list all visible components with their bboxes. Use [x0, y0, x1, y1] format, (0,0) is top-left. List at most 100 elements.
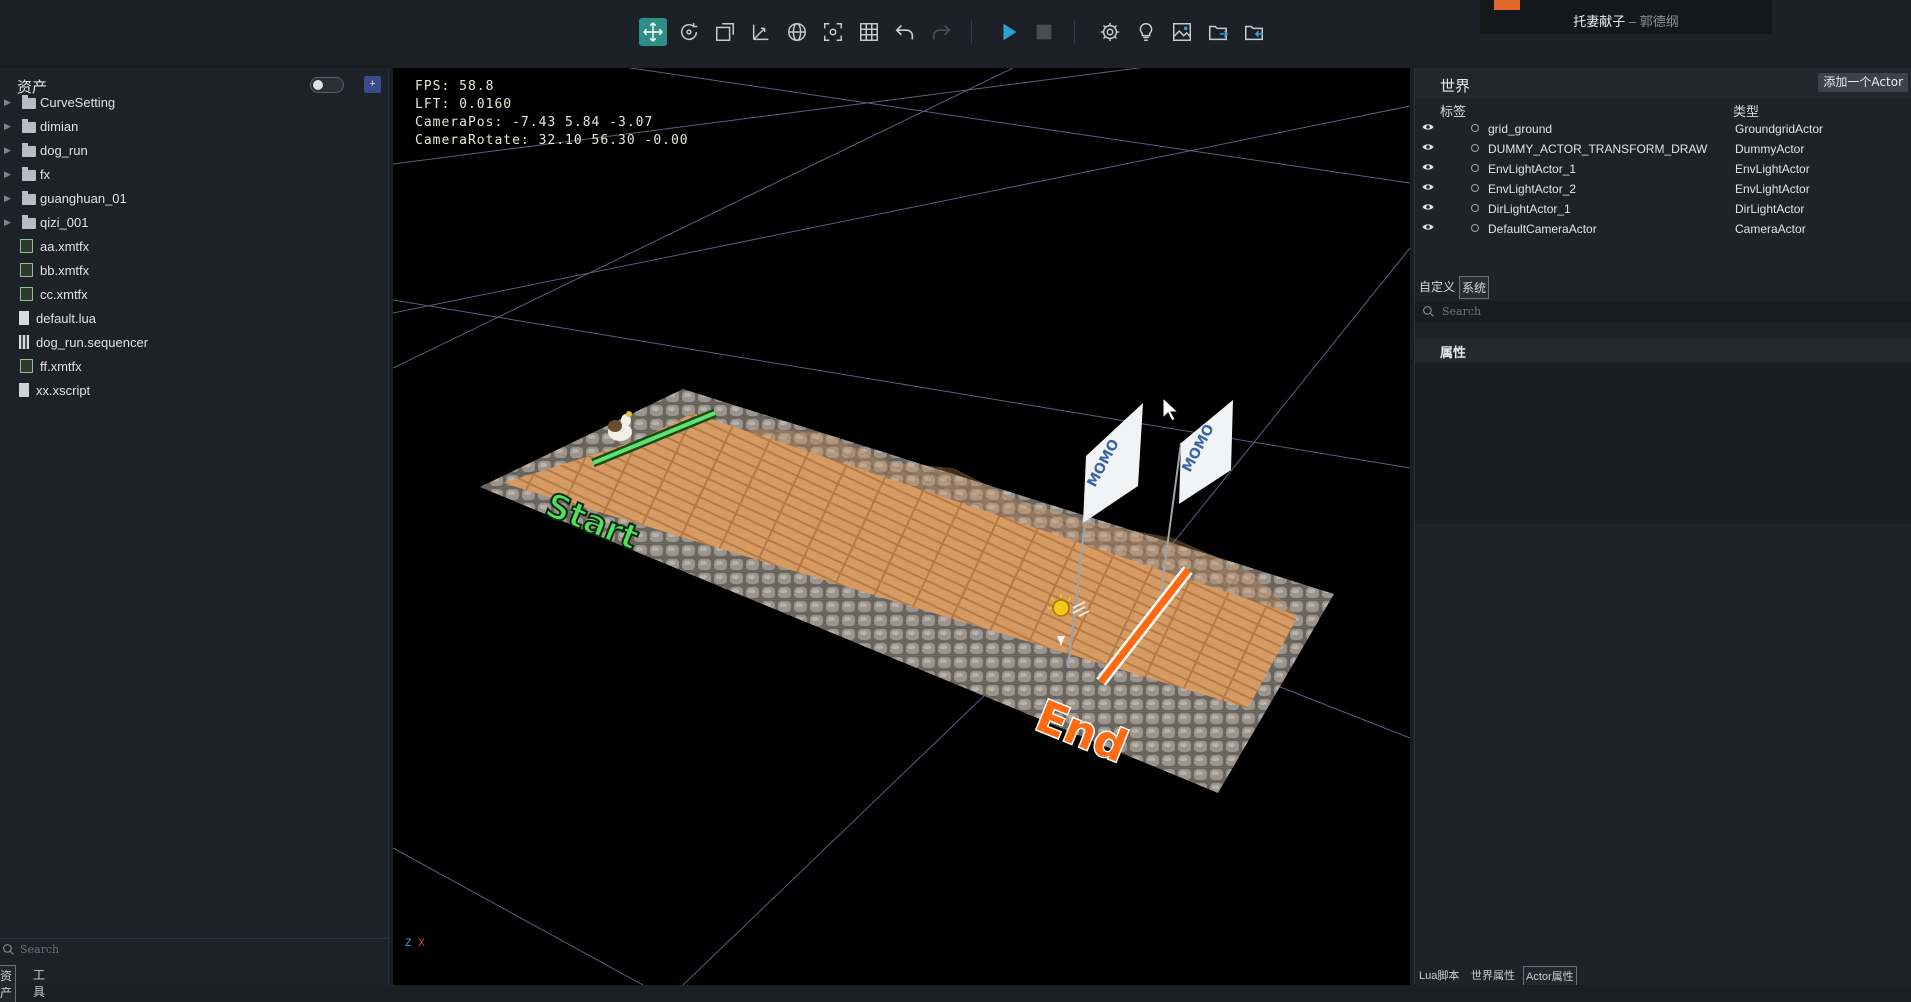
actor-row[interactable]: DUMMY_ACTOR_TRANSFORM_DRAW DummyActor	[1415, 139, 1911, 159]
file-item[interactable]: bb.xmtfx	[0, 259, 388, 283]
import-folder-icon[interactable]	[1240, 18, 1268, 46]
move-icon[interactable]	[639, 18, 667, 46]
dog-character[interactable]	[608, 411, 632, 441]
file-item[interactable]: aa.xmtfx	[0, 235, 388, 259]
visibility-eye-icon[interactable]	[1422, 163, 1434, 171]
folder-icon	[22, 215, 36, 229]
play-icon[interactable]	[995, 18, 1023, 46]
fps-readout: FPS: 58.8	[415, 79, 495, 94]
actor-type: EnvLightActor	[1735, 182, 1810, 196]
tab-world-properties[interactable]: 世界属性	[1469, 966, 1517, 984]
folder-item[interactable]: ▶ qizi_001	[0, 211, 388, 235]
folder-label: CurveSetting	[40, 95, 116, 110]
folder-icon	[22, 143, 36, 157]
visibility-eye-icon[interactable]	[1422, 143, 1434, 151]
mouse-cursor-icon	[1162, 396, 1180, 422]
redo-icon[interactable]	[927, 18, 955, 46]
lft-readout: LFT: 0.0160	[415, 97, 513, 112]
actor-status-icon[interactable]	[1471, 204, 1479, 212]
scene-viewport[interactable]: Start End MOMO MOMO FPS: 58.8 LFT: 0.016…	[393, 68, 1410, 985]
tab-tools[interactable]: 工具	[30, 965, 48, 1001]
chevron-right-icon[interactable]: ▶	[4, 121, 11, 132]
tab-custom[interactable]: 自定义	[1417, 276, 1457, 297]
actor-row[interactable]: DefaultCameraActor CameraActor	[1415, 219, 1911, 239]
folder-item[interactable]: ▶ dimian	[0, 115, 388, 139]
undo-icon[interactable]	[891, 18, 919, 46]
focus-icon[interactable]	[819, 18, 847, 46]
folder-item[interactable]: ▶ fx	[0, 163, 388, 187]
scale-icon[interactable]	[711, 18, 739, 46]
tab-lua-script[interactable]: Lua脚本	[1417, 966, 1461, 984]
export-folder-icon[interactable]	[1204, 18, 1232, 46]
scene-render[interactable]: Start End MOMO MOMO	[393, 68, 1410, 985]
visibility-eye-icon[interactable]	[1422, 123, 1434, 131]
visibility-eye-icon[interactable]	[1422, 223, 1434, 231]
asset-search-input[interactable]: Search	[20, 943, 59, 956]
actor-row[interactable]: DirLightActor_1 DirLightActor	[1415, 199, 1911, 219]
actor-name: DefaultCameraActor	[1488, 222, 1597, 236]
search-icon	[3, 944, 14, 955]
property-search-input[interactable]: Search	[1442, 305, 1481, 318]
actor-status-icon[interactable]	[1471, 124, 1479, 132]
folder-label: dimian	[40, 119, 79, 134]
asset-search[interactable]: Search	[0, 938, 388, 961]
actor-row[interactable]: grid_ground GroundgridActor	[1415, 119, 1911, 139]
chevron-right-icon[interactable]: ▶	[4, 169, 11, 180]
actor-type: EnvLightActor	[1735, 162, 1810, 176]
chevron-right-icon[interactable]: ▶	[4, 97, 11, 108]
file-item[interactable]: ff.xmtfx	[0, 355, 388, 379]
file-item[interactable]: cc.xmtfx	[0, 283, 388, 307]
folder-item[interactable]: ▶ dog_run	[0, 139, 388, 163]
tab-actor-properties[interactable]: Actor属性	[1523, 966, 1577, 985]
tab-assets[interactable]: 资产	[0, 965, 17, 1002]
stop-icon[interactable]	[1030, 18, 1058, 46]
world-panel: 世界 添加一个Actor 标签 类型 grid_ground Groundgrid…	[1414, 68, 1911, 985]
axis-icon[interactable]	[747, 18, 775, 46]
xmtfx-file-icon	[20, 239, 33, 253]
actor-status-icon[interactable]	[1471, 144, 1479, 152]
world-header: 世界 添加一个Actor	[1415, 68, 1911, 98]
chevron-right-icon[interactable]: ▶	[4, 145, 11, 156]
attributes-header: 属性	[1415, 338, 1911, 362]
tab-system[interactable]: 系统	[1459, 276, 1490, 299]
column-type-header[interactable]: 类型	[1733, 101, 1759, 120]
file-item[interactable]: dog_run.sequencer	[0, 331, 388, 355]
globe-icon[interactable]	[783, 18, 811, 46]
column-tag-header[interactable]: 标签	[1440, 101, 1466, 120]
actor-name: DUMMY_ACTOR_TRANSFORM_DRAW	[1488, 142, 1708, 156]
folder-item[interactable]: ▶ guanghuan_01	[0, 187, 388, 211]
grid-icon[interactable]	[855, 18, 883, 46]
folder-icon	[22, 191, 36, 205]
property-search[interactable]: Search	[1415, 301, 1911, 323]
actor-status-icon[interactable]	[1471, 164, 1479, 172]
actor-type: DirLightActor	[1735, 202, 1805, 216]
actor-row[interactable]: EnvLightActor_1 EnvLightActor	[1415, 159, 1911, 179]
folder-label: qizi_001	[40, 215, 89, 230]
actor-name: EnvLightActor_1	[1488, 162, 1577, 176]
chevron-right-icon[interactable]: ▶	[4, 217, 11, 228]
chevron-right-icon[interactable]: ▶	[4, 193, 11, 204]
music-widget[interactable]: 托妻献子 – 郭德纲	[1480, 0, 1772, 34]
file-label: ff.xmtfx	[40, 359, 82, 374]
attributes-body	[1415, 364, 1911, 524]
actor-status-icon[interactable]	[1471, 184, 1479, 192]
actor-status-icon[interactable]	[1471, 224, 1479, 232]
file-item[interactable]: xx.xscript	[0, 379, 388, 403]
settings-icon[interactable]	[1096, 18, 1124, 46]
render-stats: FPS: 58.8 LFT: 0.0160 CameraPos: -7.43 5…	[415, 78, 689, 150]
camera-rotate-readout: CameraRotate: 32.10 56.30 -0.00	[415, 133, 689, 148]
lua-file-icon	[19, 311, 29, 325]
visibility-eye-icon[interactable]	[1422, 203, 1434, 211]
file-label: dog_run.sequencer	[36, 335, 149, 350]
add-actor-button[interactable]: 添加一个Actor	[1818, 73, 1908, 92]
visibility-eye-icon[interactable]	[1422, 183, 1434, 191]
image-icon[interactable]	[1168, 18, 1196, 46]
folder-item[interactable]: ▶ CurveSetting	[0, 91, 388, 115]
axis-z-label: Z	[405, 938, 412, 950]
light-bulb-icon[interactable]	[1132, 18, 1160, 46]
xmtfx-file-icon	[20, 263, 33, 277]
actor-row[interactable]: EnvLightActor_2 EnvLightActor	[1415, 179, 1911, 199]
sequencer-file-icon	[19, 335, 29, 349]
rotate-icon[interactable]	[675, 18, 703, 46]
file-item[interactable]: default.lua	[0, 307, 388, 331]
